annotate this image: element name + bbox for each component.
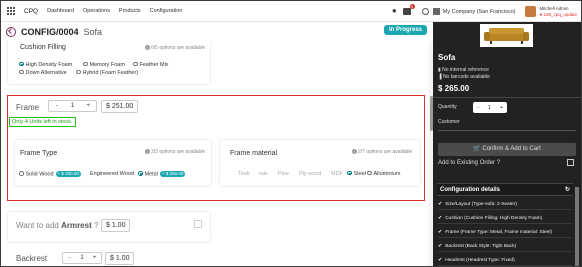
app-name[interactable]: CPQ bbox=[24, 8, 38, 15]
user-menu[interactable]: Mitchell Admin ● 158_cpq_update bbox=[539, 6, 577, 17]
config-details-header: Configuration details ↻ bbox=[437, 183, 573, 196]
check-icon: ✔ bbox=[438, 257, 443, 263]
quantity-value[interactable]: 1 bbox=[488, 105, 491, 111]
menu-operations[interactable]: Operations bbox=[83, 8, 110, 14]
frame-section-highlight bbox=[7, 95, 425, 201]
stock-message: Only 4 Units left in stock. bbox=[9, 117, 76, 127]
menu-dashboard[interactable]: Dashboard bbox=[47, 8, 74, 14]
radio-icon bbox=[133, 61, 138, 67]
check-icon: ✔ bbox=[438, 215, 443, 221]
cushion-info: i 6/5 options are available bbox=[145, 45, 205, 51]
confirm-add-to-cart-button[interactable]: 🛒 Confirm & Add to Cart bbox=[438, 143, 576, 156]
company-switcher[interactable]: My Company (San Francisco) bbox=[443, 9, 516, 15]
increment-button[interactable]: + bbox=[500, 105, 503, 111]
page-title: CONFIG/0004 bbox=[21, 26, 79, 37]
chat-badge: 9 bbox=[409, 4, 415, 9]
menu-products[interactable]: Products bbox=[119, 8, 141, 14]
radio-icon bbox=[83, 61, 88, 67]
divider bbox=[433, 97, 581, 98]
armrest-question: Want to add Armrest ? bbox=[16, 221, 99, 230]
check-icon: ✔ bbox=[438, 201, 443, 207]
side-quantity-stepper[interactable]: - 1 + bbox=[473, 102, 507, 113]
check-icon: ✔ bbox=[438, 243, 443, 249]
product-name: Sofa bbox=[83, 26, 103, 37]
quantity-label: Quantity bbox=[438, 104, 457, 110]
breadcrumb: CONFIG/0004 Sofa In Progress bbox=[1, 22, 433, 41]
existing-order-checkbox[interactable] bbox=[567, 159, 574, 166]
decrement-button[interactable]: - bbox=[63, 255, 76, 261]
summary-panel: Sofa ▮ No internal reference ▐ No barcod… bbox=[433, 22, 581, 266]
barcode: ▐ No barcode available bbox=[438, 74, 490, 80]
tag-icon: ▮ bbox=[438, 67, 441, 73]
database-name: ● 158_cpq_update bbox=[539, 11, 577, 17]
config-item: ✔ Headrest (Headrest Type: Fixed) bbox=[438, 254, 571, 266]
customer-field[interactable] bbox=[438, 130, 576, 131]
side-product-title: Sofa bbox=[438, 53, 456, 62]
status-badge: In Progress bbox=[383, 25, 427, 35]
option-hybrid[interactable]: Hybrid (Foam Feather) bbox=[76, 69, 138, 76]
product-image bbox=[480, 24, 533, 47]
backrest-quantity-stepper[interactable]: - 1 + bbox=[62, 252, 102, 264]
apps-grid-icon[interactable] bbox=[7, 6, 17, 16]
option-down-alternative[interactable]: Down Alternative bbox=[19, 69, 67, 76]
company-icon[interactable] bbox=[432, 8, 440, 15]
menu-configuration[interactable]: Configuration bbox=[150, 8, 183, 14]
side-price: $ 265.00 bbox=[438, 84, 470, 93]
side-scrollbar[interactable] bbox=[575, 187, 579, 266]
option-memory-foam[interactable]: Memory Foam bbox=[83, 61, 125, 68]
check-icon: ✔ bbox=[438, 229, 443, 235]
backrest-price: $ 1.00 bbox=[105, 252, 135, 265]
internal-ref: ▮ No internal reference bbox=[438, 67, 489, 73]
increment-button[interactable]: + bbox=[88, 255, 101, 261]
existing-order-label: Add to Existing Order ? bbox=[438, 160, 501, 166]
config-item: ✔ Cushion (Cushion Filling: High Density … bbox=[438, 212, 571, 224]
back-arrow-icon[interactable] bbox=[6, 26, 16, 37]
decrement-button[interactable]: - bbox=[477, 105, 479, 111]
customer-label: Customer bbox=[438, 119, 460, 125]
config-item: ✔ Size/Layout (Type-sofa: 2-Seater) bbox=[438, 198, 571, 210]
barcode-icon: ▐ bbox=[438, 74, 442, 80]
config-item: ✔ Frame (Frame Type: Metal, Frame materia… bbox=[438, 226, 571, 238]
radio-icon bbox=[19, 69, 24, 75]
refresh-icon[interactable]: ↻ bbox=[565, 186, 570, 193]
bug-icon[interactable]: ✸ bbox=[392, 8, 397, 15]
radio-selected-icon bbox=[19, 61, 24, 67]
backrest-label: Backrest bbox=[16, 254, 48, 263]
cushion-card: Cushion Filling i 6/5 options are availab… bbox=[8, 41, 210, 84]
config-item: ✔ Backrest (Back Style: Tight Back) bbox=[438, 240, 571, 252]
armrest-checkbox[interactable] bbox=[194, 220, 202, 228]
info-icon: i bbox=[145, 45, 150, 50]
armrest-card: Want to add Armrest ? $ 1.00 bbox=[8, 212, 210, 242]
option-high-density-foam[interactable]: High Density Foam bbox=[19, 61, 72, 68]
cushion-title: Cushion Filling bbox=[20, 44, 66, 51]
avatar[interactable] bbox=[525, 6, 537, 17]
chat-icon[interactable]: 9 bbox=[402, 4, 415, 15]
radio-icon bbox=[76, 69, 81, 75]
quantity-value[interactable]: 1 bbox=[76, 255, 89, 261]
top-navbar: CPQ Dashboard Operations Products Config… bbox=[1, 1, 581, 22]
option-feather-mix[interactable]: Feather Mix bbox=[133, 61, 169, 68]
armrest-price: $ 1.00 bbox=[101, 219, 131, 232]
clock-icon[interactable] bbox=[421, 8, 429, 15]
